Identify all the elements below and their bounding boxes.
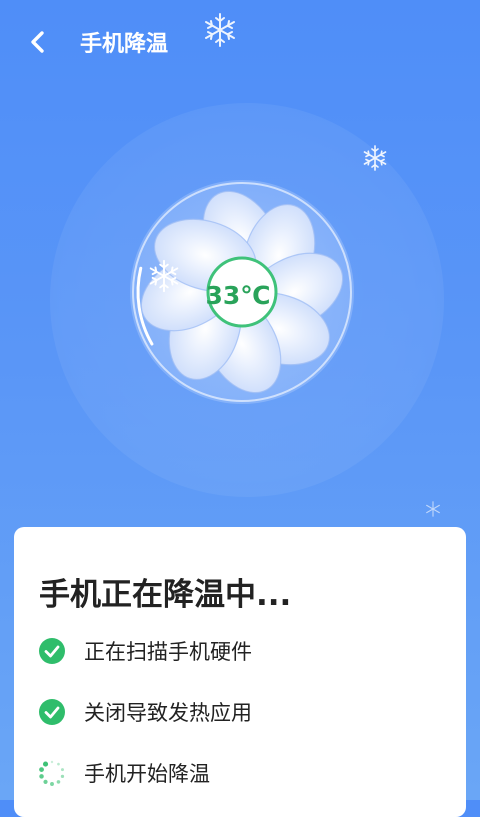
- step-row: 正在扫描手机硬件: [38, 636, 252, 666]
- spinner-dot: [57, 762, 60, 766]
- header: 手机降温: [0, 0, 480, 86]
- snowflake-icon: [426, 501, 440, 517]
- step-label: 正在扫描手机硬件: [84, 640, 252, 664]
- cooling-card: 手机正在降温中... 正在扫描手机硬件 关闭导致发热应用 手机开始降温: [14, 527, 466, 817]
- spinner-dot: [60, 768, 64, 772]
- card-title: 手机正在降温中...: [39, 577, 292, 613]
- step-label: 关闭导致发热应用: [84, 701, 252, 725]
- spinner-dot: [50, 760, 54, 764]
- spinner-dot: [56, 780, 61, 784]
- step-label: 手机开始降温: [84, 762, 210, 786]
- spinner-dot: [39, 774, 44, 779]
- step-row: 关闭导致发热应用: [38, 697, 252, 727]
- chevron-left-icon[interactable]: [26, 27, 50, 57]
- spinner-icon: [39, 760, 65, 786]
- page-title: 手机降温: [80, 32, 169, 57]
- snowflake-icon: [149, 259, 179, 293]
- spinner-dot: [39, 767, 44, 773]
- snowflake-icon: [205, 13, 235, 47]
- spinner-dot: [43, 779, 48, 784]
- spinner-dot: [50, 782, 54, 786]
- spinner-dot: [42, 761, 49, 767]
- step-row: 手机开始降温: [38, 758, 210, 788]
- spinner-dot: [60, 774, 65, 779]
- check-circle-icon: [39, 699, 65, 725]
- check-circle-icon: [39, 638, 65, 664]
- temperature-value: 33℃: [205, 280, 271, 310]
